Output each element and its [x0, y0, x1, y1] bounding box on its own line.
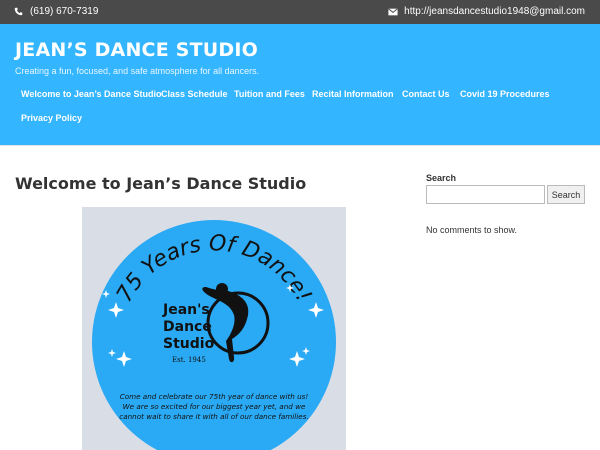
recent-comments-text: No comments to show. [426, 225, 518, 235]
search-button[interactable]: Search [547, 185, 585, 204]
phone-contact[interactable]: (619) 670-7319 [14, 6, 98, 17]
search-input[interactable] [426, 185, 545, 204]
nav-item-recital[interactable]: Recital Information [312, 89, 394, 99]
logo-line-1: Jean's [162, 302, 210, 318]
image-body-line-3: cannot wait to share it with all of our … [119, 412, 309, 421]
search-label: Search [426, 173, 457, 183]
logo-line-3: Studio [163, 336, 215, 352]
nav-item-welcome[interactable]: Welcome to Jean’s Dance Studio [21, 89, 162, 99]
image-body-line-2: We are so excited for our biggest year y… [123, 402, 306, 411]
header-divider [0, 145, 600, 146]
envelope-icon [388, 8, 398, 15]
phone-icon [14, 7, 23, 16]
nav-item-covid[interactable]: Covid 19 Procedures [460, 89, 550, 99]
anniversary-image: 75 Years Of Dance! Jean's Dance Studio E… [82, 207, 346, 450]
logo-line-2: Dance [163, 319, 212, 335]
nav-item-tuition[interactable]: Tuition and Fees [234, 89, 305, 99]
anniversary-graphic: 75 Years Of Dance! Jean's Dance Studio E… [82, 207, 346, 450]
page-title: Welcome to Jean’s Dance Studio [15, 174, 307, 193]
image-body-line-1: Come and celebrate our 75th year of danc… [120, 392, 309, 401]
established-text: Est. 1945 [172, 356, 206, 364]
phone-number[interactable]: (619) 670-7319 [30, 6, 98, 17]
site-title[interactable]: JEAN’S DANCE STUDIO [15, 39, 258, 61]
email-address[interactable]: http://jeansdancestudio1948@gmail.com [404, 6, 585, 17]
nav-item-privacy[interactable]: Privacy Policy [21, 113, 82, 123]
email-contact[interactable]: http://jeansdancestudio1948@gmail.com [388, 6, 585, 17]
site-tagline: Creating a fun, focused, and safe atmosp… [15, 66, 260, 76]
nav-item-contact[interactable]: Contact Us [402, 89, 450, 99]
top-bar: (619) 670-7319 http://jeansdancestudio19… [0, 0, 600, 24]
site-header: JEAN’S DANCE STUDIO Creating a fun, focu… [0, 24, 600, 145]
nav-item-class-schedule[interactable]: Class Schedule [161, 89, 228, 99]
